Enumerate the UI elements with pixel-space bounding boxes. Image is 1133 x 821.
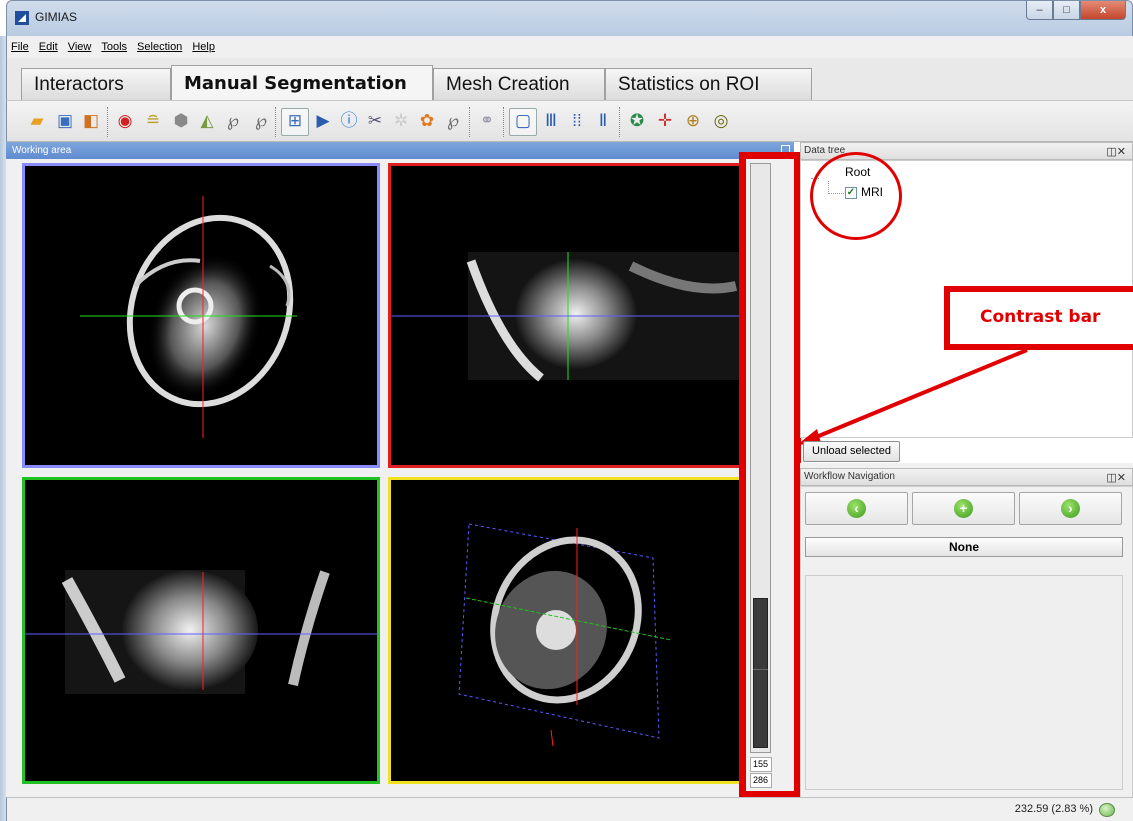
toolbar-separator: [469, 107, 471, 137]
axial-mri-image: [80, 196, 297, 438]
mri-highlight-circle: [810, 152, 902, 240]
gimias-logo-icon: [15, 11, 29, 25]
close-button[interactable]: x: [1080, 1, 1126, 20]
menu-tools[interactable]: Tools: [101, 41, 127, 53]
contrast-bar-highlight: [739, 152, 801, 798]
panel-close-icon[interactable]: ◫✕: [1106, 144, 1126, 160]
status-bar: 232.59 (2.83 %): [6, 797, 1133, 821]
toolbar-separator: [275, 107, 277, 137]
menu-view[interactable]: View: [68, 41, 92, 53]
workflow-back-button[interactable]: ‹: [805, 492, 908, 525]
single-view-icon[interactable]: ▢: [513, 111, 533, 131]
memory-status-text: 232.59 (2.83 %): [1014, 803, 1093, 815]
grid-view-icon[interactable]: ⁞⁞: [567, 111, 587, 131]
play-icon[interactable]: ▶: [313, 111, 333, 131]
plus-icon: +: [954, 499, 973, 518]
lasso-tool-icon[interactable]: ℘: [443, 111, 463, 131]
tab-statistics-on-roi[interactable]: Statistics on ROI: [605, 68, 812, 100]
tab-interactors[interactable]: Interactors: [21, 68, 171, 100]
menu-help[interactable]: Help: [192, 41, 215, 53]
window-title: GIMIAS: [35, 10, 78, 24]
menu-edit[interactable]: Edit: [39, 41, 58, 53]
viewport-axial[interactable]: [22, 163, 380, 468]
ruler-icon[interactable]: ≘: [143, 111, 163, 131]
three-column-view-icon[interactable]: Ⅲ: [541, 111, 561, 131]
coronal-mri-image: [25, 570, 377, 694]
callout-arrow: [797, 348, 1028, 445]
save-icon[interactable]: ▣: [55, 111, 75, 131]
workflow-add-button[interactable]: +: [912, 492, 1015, 525]
working-area-title: Working area: [12, 145, 72, 156]
viewport-3d[interactable]: [388, 477, 743, 784]
tools-icon[interactable]: ✂: [365, 111, 385, 131]
app-window: GIMIAS – □ x File Edit View Tools Select…: [0, 0, 1133, 821]
arrow-right-icon: ›: [1061, 499, 1080, 518]
menu-file[interactable]: File: [11, 41, 29, 53]
sagittal-mri-image: [391, 252, 740, 382]
tab-bar: Interactors Manual Segmentation Mesh Cre…: [6, 58, 1133, 100]
tree-view-icon[interactable]: ⊞: [285, 111, 305, 131]
main-toolbar: ▰ ▣ ◧ ◉ ≘ ⬢ ◭ ℘ ℘ ⊞ ▶ ⓘ ✂ ✲ ✿ ℘ ⚭ ▢ Ⅲ ⁞⁞…: [6, 100, 1133, 142]
viewport-sagittal[interactable]: [388, 163, 743, 468]
contrast-bar-callout: Contrast bar: [944, 286, 1133, 350]
callout-text: Contrast bar: [980, 307, 1101, 327]
tab-mesh-creation[interactable]: Mesh Creation: [433, 68, 605, 100]
cube-icon[interactable]: ⬢: [171, 111, 191, 131]
lasso-alt-icon[interactable]: ℘: [251, 111, 271, 131]
workflow-current-step[interactable]: None: [805, 537, 1123, 557]
reset-view-icon[interactable]: ✪: [627, 111, 647, 131]
menu-bar: File Edit View Tools Selection Help: [6, 36, 1133, 58]
viewport-coronal[interactable]: [22, 477, 380, 784]
gear-icon[interactable]: ✲: [391, 111, 411, 131]
toolbar-separator: [619, 107, 621, 137]
info-icon[interactable]: ⓘ: [339, 111, 359, 131]
lock-icon[interactable]: ⊕: [683, 111, 703, 131]
record-icon[interactable]: ◉: [115, 111, 135, 131]
workflow-forward-button[interactable]: ›: [1019, 492, 1122, 525]
tab-manual-segmentation[interactable]: Manual Segmentation: [171, 65, 433, 100]
arrow-left-icon: ‹: [847, 499, 866, 518]
eye-icon[interactable]: ◎: [711, 111, 731, 131]
workflow-navigation-title: Workflow Navigation: [804, 471, 895, 482]
two-column-view-icon[interactable]: Ⅱ: [593, 111, 613, 131]
lasso-icon[interactable]: ℘: [223, 111, 243, 131]
title-bar: GIMIAS – □ x: [6, 0, 1133, 36]
toolbar-separator: [107, 107, 109, 137]
status-indicator-icon: [1099, 803, 1115, 817]
window-controls: – □ x: [1026, 1, 1126, 21]
toolbar-separator: [503, 107, 505, 137]
working-area-header: Working area: [6, 142, 794, 159]
link-icon[interactable]: ⚭: [477, 111, 497, 131]
crosshair-icon[interactable]: ✛: [655, 111, 675, 131]
maximize-button[interactable]: □: [1053, 1, 1080, 20]
workflow-step-list[interactable]: [805, 575, 1123, 790]
panel-close-icon[interactable]: ◫✕: [1106, 470, 1126, 486]
menu-selection[interactable]: Selection: [137, 41, 182, 53]
palette-icon[interactable]: ✿: [417, 111, 437, 131]
open-folder-icon[interactable]: ▰: [27, 111, 47, 131]
minimize-button[interactable]: –: [1026, 1, 1053, 20]
unload-selected-button[interactable]: Unload selected: [803, 441, 900, 462]
import-icon[interactable]: ◧: [81, 111, 101, 131]
3d-mri-volume: [458, 523, 672, 747]
landmark-icon[interactable]: ◭: [197, 111, 217, 131]
workflow-navigation-header: Workflow Navigation ◫✕: [800, 468, 1133, 486]
